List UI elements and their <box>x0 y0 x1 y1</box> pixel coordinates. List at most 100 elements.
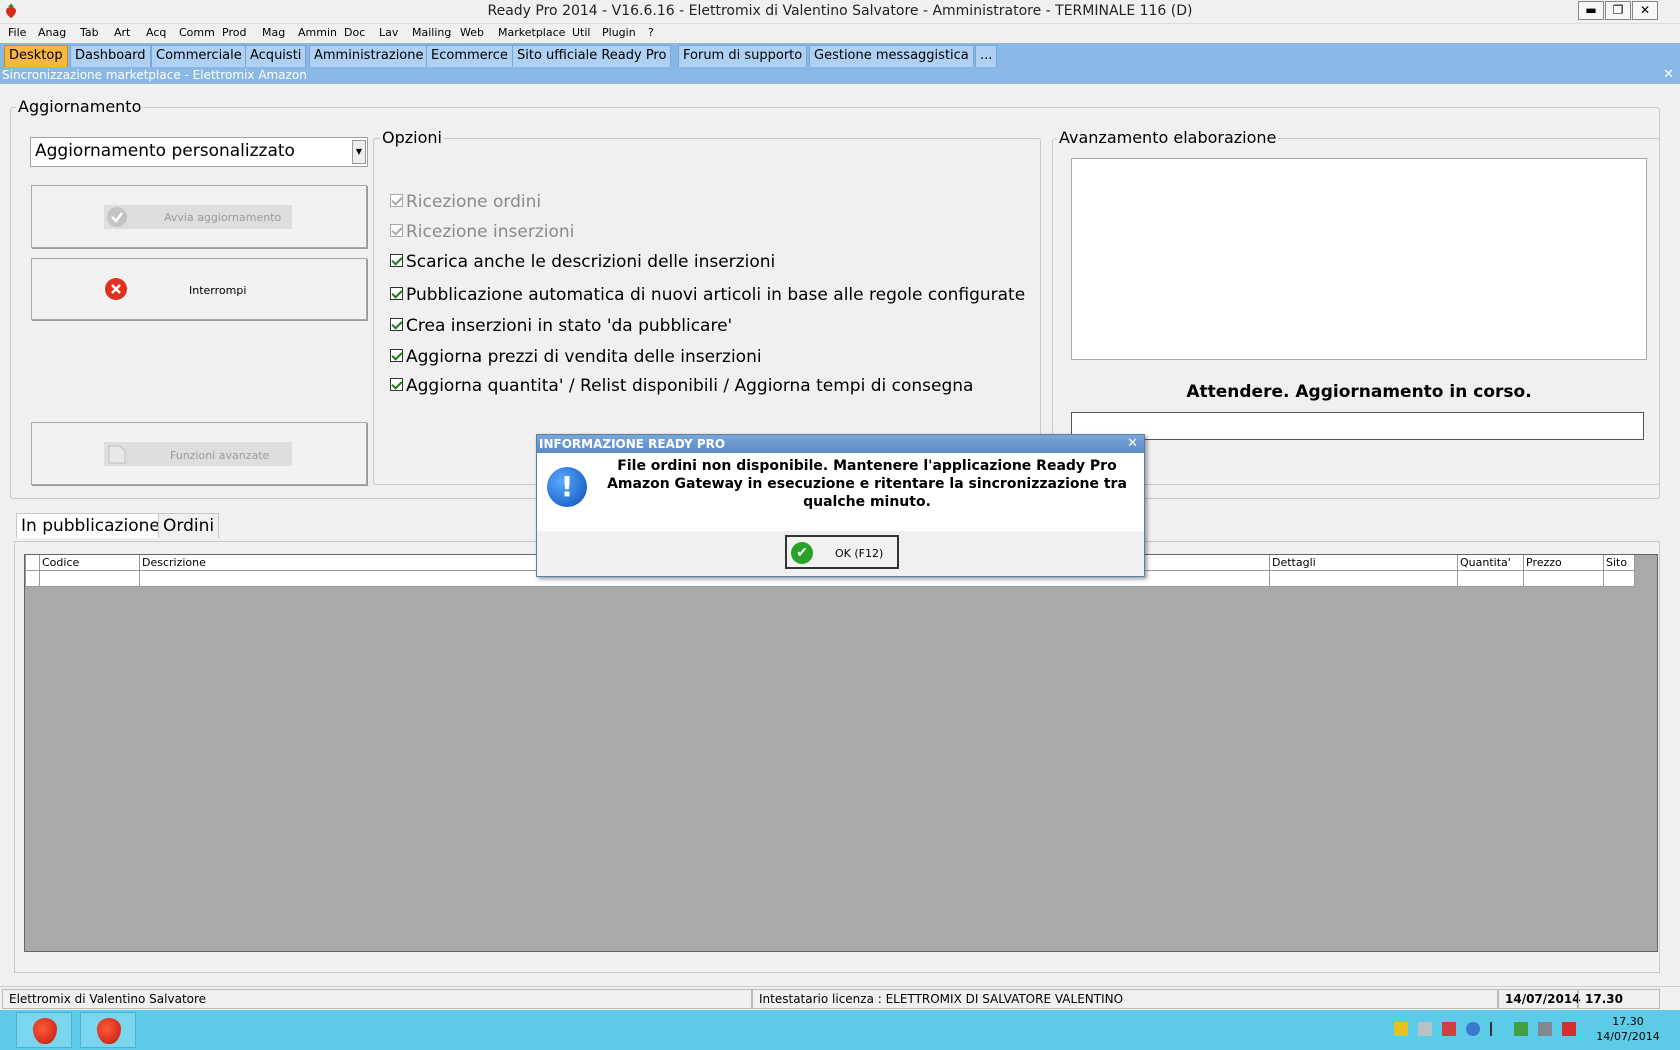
progress-log <box>1071 158 1647 360</box>
cell-dettagli[interactable] <box>1269 571 1457 587</box>
option-ricezione-ordini: Ricezione ordini <box>390 192 541 212</box>
menu-acq[interactable]: Acq <box>146 26 166 39</box>
option-crea-inserzioni[interactable]: Crea inserzioni in stato 'da pubblicare' <box>390 316 732 336</box>
advanced-functions-button[interactable]: Funzioni avanzate <box>31 422 367 485</box>
tab-sito-ufficiale[interactable]: Sito ufficiale Ready Pro <box>512 45 672 67</box>
menu-bar: File Anag Tab Art Acq Comm Prod Mag Ammi… <box>0 24 1680 42</box>
subwindow-close-icon[interactable]: ✕ <box>1663 67 1674 83</box>
column-codice[interactable]: Codice <box>39 555 139 571</box>
column-quantita[interactable]: Quantita' <box>1457 555 1523 571</box>
column-dettagli[interactable]: Dettagli <box>1269 555 1457 571</box>
window-title: Ready Pro 2014 - V16.6.16 - Elettromix d… <box>487 3 1193 19</box>
dialog-body: ! File ordini non disponibile. Mantenere… <box>537 453 1144 531</box>
tab-ordini[interactable]: Ordini <box>158 513 220 538</box>
option-aggiorna-quantita[interactable]: Aggiorna quantita' / Relist disponibili … <box>390 376 973 396</box>
option-label: Aggiorna quantita' / Relist disponibili … <box>406 376 974 396</box>
option-label: Pubblicazione automatica di nuovi artico… <box>406 285 1026 305</box>
green-check-icon: ✔ <box>791 542 813 564</box>
taskbar-app-readypro-1[interactable] <box>16 1012 72 1048</box>
menu-mailing[interactable]: Mailing <box>412 26 451 39</box>
cell-codice[interactable] <box>39 571 139 587</box>
speaker-muted-tray-icon[interactable] <box>1562 1022 1576 1036</box>
menu-anag[interactable]: Anag <box>38 26 66 39</box>
column-sito[interactable]: Sito <box>1603 555 1635 571</box>
listings-grid[interactable]: Codice Descrizione Dettagli Quantita' Pr… <box>24 554 1658 952</box>
menu-mag[interactable]: Mag <box>262 26 285 39</box>
tab-acquisti[interactable]: Acquisti <box>245 45 307 67</box>
menu-marketplace[interactable]: Marketplace <box>498 26 565 39</box>
close-button[interactable]: ✕ <box>1632 1 1658 20</box>
start-update-button[interactable]: Avvia aggiornamento <box>31 185 367 248</box>
menu-doc[interactable]: Doc <box>344 26 365 39</box>
checkbox[interactable] <box>390 318 403 331</box>
taskbar-app-readypro-2[interactable] <box>80 1012 136 1048</box>
tab-commerciale[interactable]: Commerciale <box>151 45 247 67</box>
tab-desktop[interactable]: Desktop <box>4 45 68 67</box>
update-mode-value: Aggiornamento personalizzato <box>35 141 295 161</box>
menu-plugin[interactable]: Plugin <box>602 26 636 39</box>
tab-amministrazione[interactable]: Amministrazione <box>309 45 429 67</box>
opzioni-group <box>373 138 1041 485</box>
ok-button[interactable]: ✔ OK (F12) <box>785 535 899 569</box>
checkbox[interactable] <box>390 378 403 391</box>
tab-dashboard[interactable]: Dashboard <box>70 45 151 67</box>
menu-comm[interactable]: Comm <box>179 26 215 39</box>
update-mode-select[interactable]: Aggiornamento personalizzato ▼ <box>30 137 368 167</box>
stop-icon <box>105 278 127 300</box>
menu-lav[interactable]: Lav <box>379 26 398 39</box>
clock-date: 14/07/2014 <box>1596 1030 1660 1043</box>
menu-tab[interactable]: Tab <box>80 26 99 39</box>
network-tray-icon[interactable] <box>1418 1022 1432 1036</box>
status-company: Elettromix di Valentino Salvatore <box>2 989 752 1009</box>
option-pubblicazione-automatica[interactable]: Pubblicazione automatica di nuovi artico… <box>390 285 1025 305</box>
menu-ammin[interactable]: Ammin <box>298 26 337 39</box>
cell-quantita[interactable] <box>1457 571 1523 587</box>
tab-ecommerce[interactable]: Ecommerce <box>426 45 513 67</box>
check-tray-icon[interactable] <box>1514 1022 1528 1036</box>
check-disabled-icon <box>107 207 127 227</box>
status-date: 14/07/2014 <box>1498 989 1581 1009</box>
tab-gestione-messaggistica[interactable]: Gestione messaggistica <box>809 45 974 67</box>
flag-tray-icon[interactable] <box>1490 1022 1504 1036</box>
advanced-functions-label: Funzioni avanzate <box>170 449 270 462</box>
menu-prod[interactable]: Prod <box>222 26 246 39</box>
start-update-label: Avvia aggiornamento <box>164 211 282 224</box>
update-tray-icon[interactable] <box>1466 1022 1480 1036</box>
checkbox <box>390 194 403 207</box>
minimize-button[interactable]: ▬ <box>1578 1 1604 20</box>
stop-button[interactable]: Interrompi <box>31 258 367 320</box>
taskbar: 17.30 14/07/2014 <box>0 1010 1680 1050</box>
option-label: Ricezione inserzioni <box>406 222 575 242</box>
cell-sito[interactable] <box>1603 571 1635 587</box>
tab-in-pubblicazione[interactable]: In pubblicazione <box>16 513 165 538</box>
option-scarica-descrizioni[interactable]: Scarica anche le descrizioni delle inser… <box>390 252 775 272</box>
menu-file[interactable]: File <box>8 26 26 39</box>
chevron-down-icon[interactable]: ▼ <box>352 140 366 164</box>
option-aggiorna-prezzi[interactable]: Aggiorna prezzi di vendita delle inserzi… <box>390 347 762 367</box>
dialog-title-bar: INFORMAZIONE READY PRO ✕ <box>537 435 1144 453</box>
keyboard-tray-icon[interactable] <box>1538 1022 1552 1036</box>
option-label: Scarica anche le descrizioni delle inser… <box>406 252 776 272</box>
aggiornamento-legend: Aggiornamento <box>16 97 144 116</box>
shield-tray-icon[interactable] <box>1394 1022 1408 1036</box>
menu-util[interactable]: Util <box>572 26 590 39</box>
menu-help[interactable]: ? <box>648 26 654 39</box>
progress-bar <box>1071 412 1644 440</box>
dialog-close-icon[interactable]: ✕ <box>1127 435 1138 453</box>
column-prezzo[interactable]: Prezzo <box>1523 555 1603 571</box>
row-selector[interactable] <box>25 571 39 587</box>
checkbox[interactable] <box>390 254 403 267</box>
row-selector-header <box>25 555 39 571</box>
tab-forum-supporto[interactable]: Forum di supporto <box>678 45 808 67</box>
menu-web[interactable]: Web <box>460 26 484 39</box>
subwindow-title: Sincronizzazione marketplace - Elettromi… <box>2 68 307 82</box>
tab-more[interactable]: ... <box>975 45 998 67</box>
restore-button[interactable]: ❐ <box>1605 1 1631 20</box>
app-tray-icon[interactable] <box>1442 1022 1456 1036</box>
menu-art[interactable]: Art <box>114 26 130 39</box>
checkbox[interactable] <box>390 349 403 362</box>
cell-prezzo[interactable] <box>1523 571 1603 587</box>
taskbar-clock[interactable]: 17.30 14/07/2014 <box>1596 1014 1660 1044</box>
option-label: Crea inserzioni in stato 'da pubblicare' <box>406 316 733 336</box>
checkbox[interactable] <box>390 287 403 300</box>
